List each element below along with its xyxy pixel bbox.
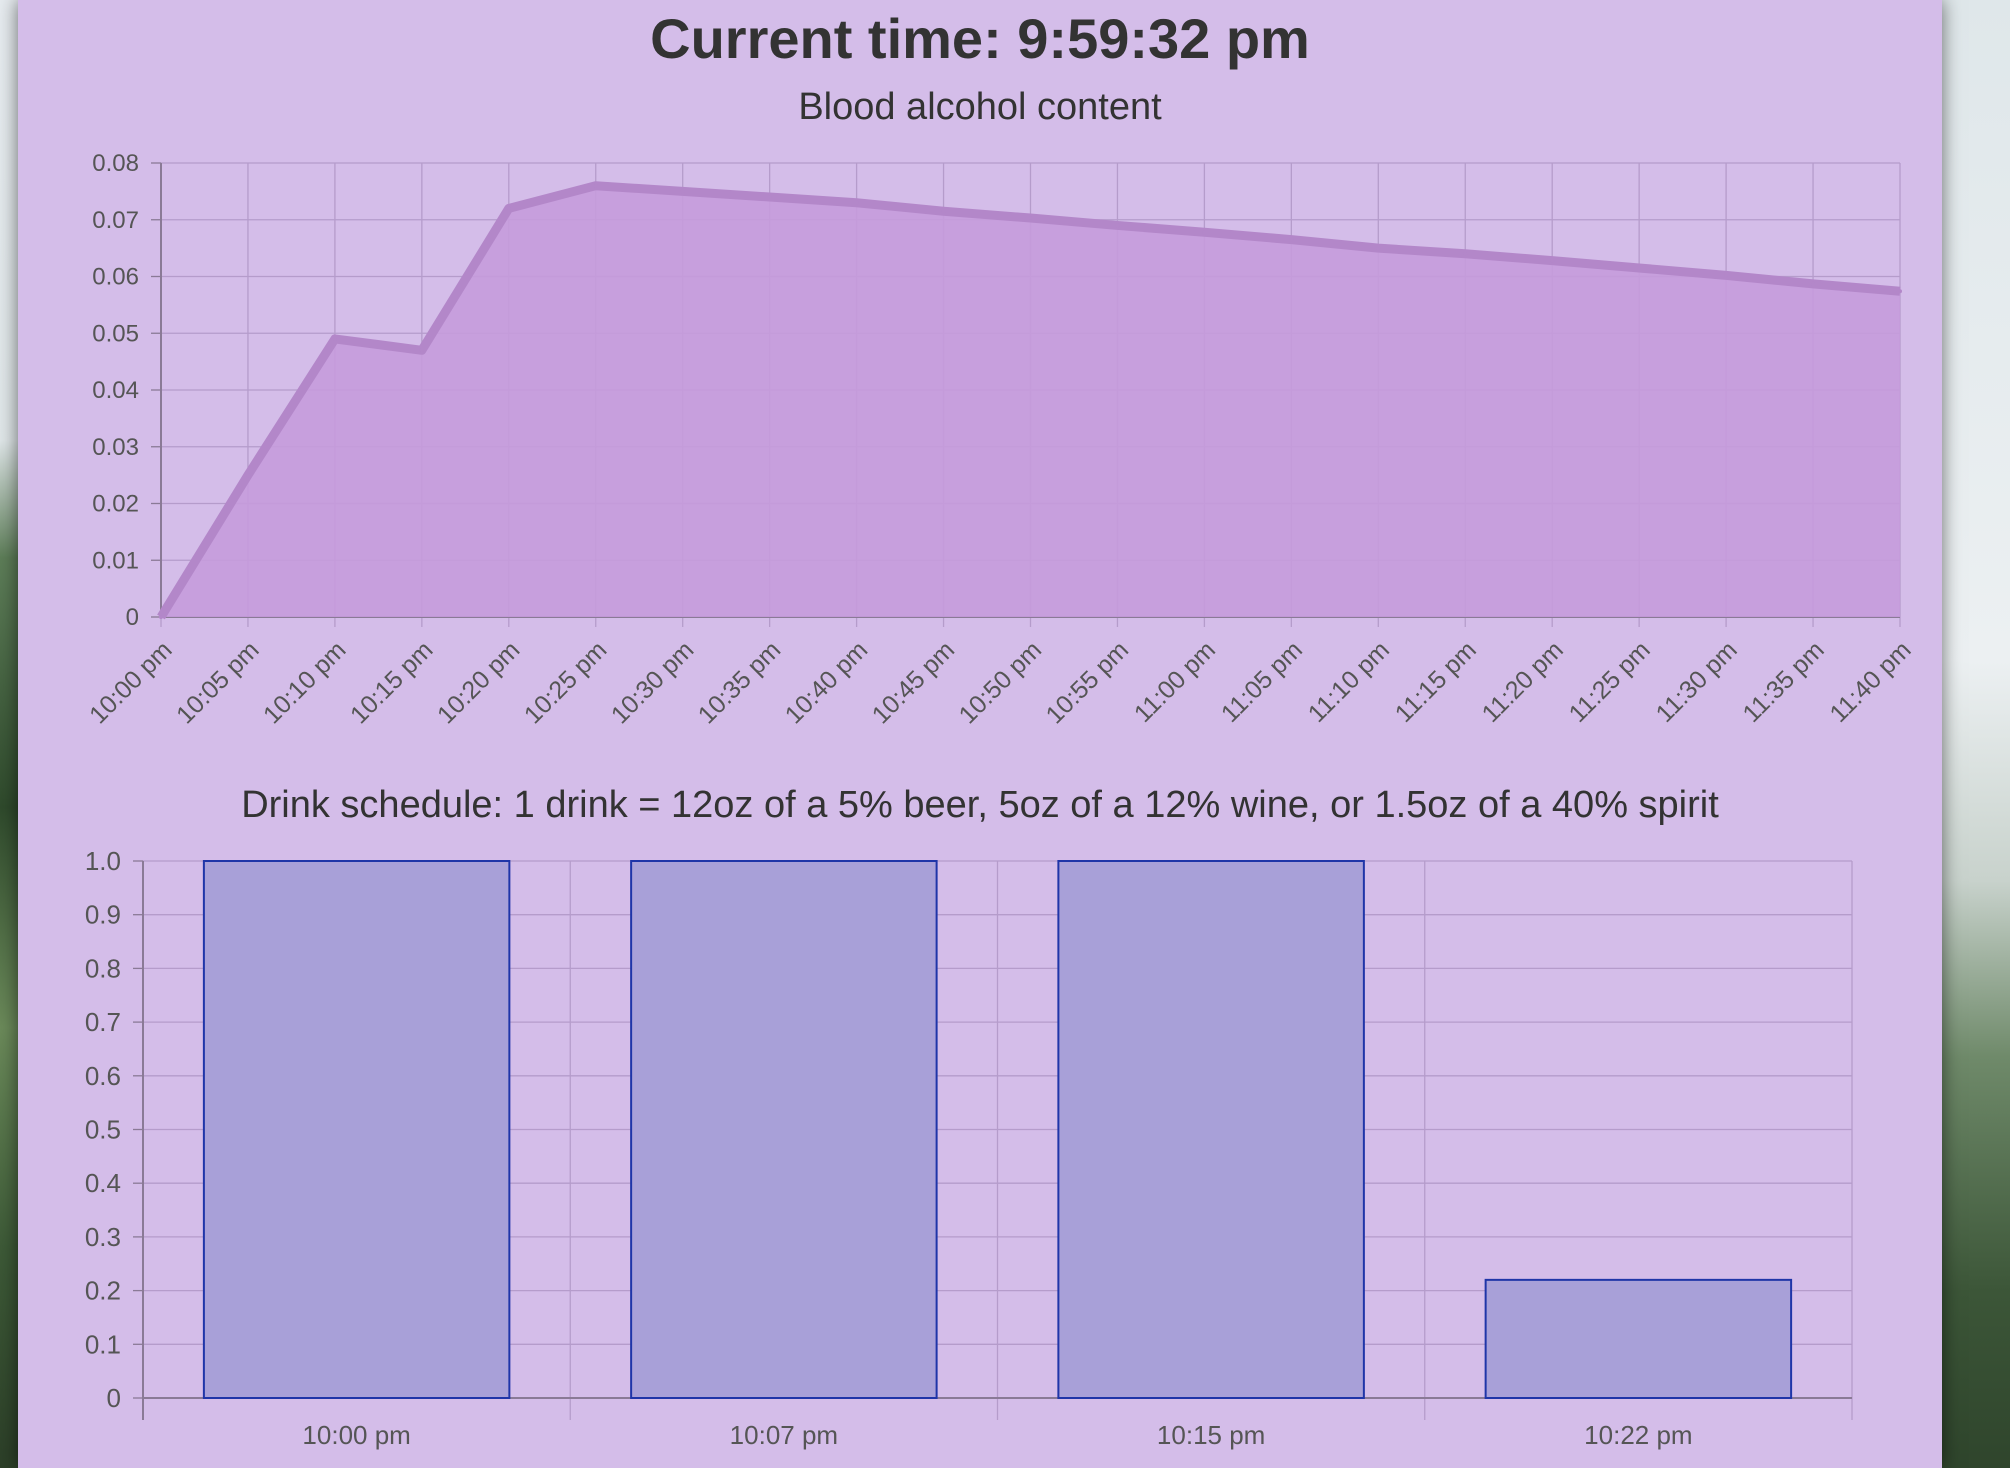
drink-bar [630, 860, 938, 1399]
drink-y-tick-label: 0.4 [85, 1168, 121, 1198]
drink-y-tick-label: 0.1 [85, 1329, 121, 1359]
drink-y-tick-label: 0.7 [85, 1007, 121, 1037]
drink-y-tick-label: 0.8 [85, 953, 121, 983]
drink-y-tick-label: 0.3 [85, 1222, 121, 1252]
drink-x-tick-label: 10:22 pm [1584, 1420, 1692, 1450]
drink-y-tick-label: 0 [107, 1383, 121, 1413]
drink-bar [1057, 860, 1365, 1399]
drink-x-tick-label: 10:00 pm [302, 1420, 410, 1450]
drink-schedule-chart: 0 0.1 0.2 0.3 0.4 0.5 0.6 0.7 0.8 0.9 1.0 10:00 pm 1… [85, 846, 1853, 1450]
drink-y-tick-label: 1.0 [85, 846, 121, 876]
drink-y-tick-label: 0.5 [85, 1115, 121, 1145]
drink-bar [202, 860, 511, 1399]
drink-y-tick-label: 0.2 [85, 1276, 121, 1306]
drink-y-tick-label: 0.9 [85, 900, 121, 930]
drink-x-tick-label: 10:07 pm [730, 1420, 838, 1450]
drink-x-tick-label: 10:15 pm [1157, 1420, 1265, 1450]
drink-bar [1484, 1278, 1793, 1399]
drink-y-tick-label: 0.6 [85, 1061, 121, 1091]
